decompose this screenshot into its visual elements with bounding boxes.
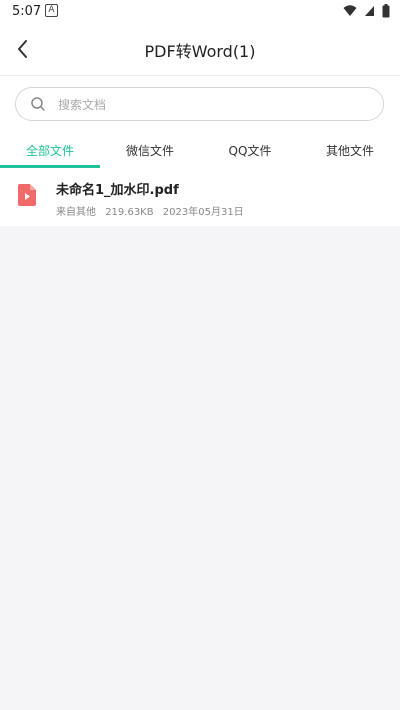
file-date: 2023年05月31日	[162, 207, 244, 218]
empty-list-area	[0, 226, 400, 710]
status-time: 5:07	[12, 4, 42, 19]
tab-all-files[interactable]: 全部文件	[0, 138, 100, 168]
file-size: 219.63KB	[105, 207, 154, 218]
file-source: 来自其他	[56, 207, 96, 218]
search-icon	[31, 97, 45, 111]
app-header: PDF转Word(1)	[0, 24, 400, 74]
search-box[interactable]	[15, 87, 384, 121]
status-indicators	[341, 4, 390, 18]
file-type-tabs: 全部文件 微信文件 QQ文件 其他文件	[0, 138, 400, 168]
active-tab-indicator	[0, 165, 100, 168]
app-notification-icon: A	[45, 4, 58, 17]
file-name: 未命名1_加水印.pdf	[56, 183, 179, 198]
header-divider	[0, 75, 400, 76]
pdf-file-icon	[18, 184, 36, 206]
list-item[interactable]: 未命名1_加水印.pdf 来自其他 219.63KB 2023年05月31日	[0, 169, 400, 225]
search-input[interactable]	[56, 94, 360, 116]
status-bar: 5:07 A	[0, 0, 400, 24]
tab-other-files[interactable]: 其他文件	[300, 138, 400, 168]
battery-icon	[382, 4, 390, 18]
page-title: PDF转Word(1)	[144, 42, 256, 61]
tab-wechat-files[interactable]: 微信文件	[100, 138, 200, 168]
tab-qq-files[interactable]: QQ文件	[200, 138, 300, 168]
wifi-icon	[343, 5, 357, 16]
file-meta: 来自其他 219.63KB 2023年05月31日	[56, 203, 250, 218]
signal-icon	[364, 6, 374, 16]
file-list: 未命名1_加水印.pdf 来自其他 219.63KB 2023年05月31日	[0, 169, 400, 225]
